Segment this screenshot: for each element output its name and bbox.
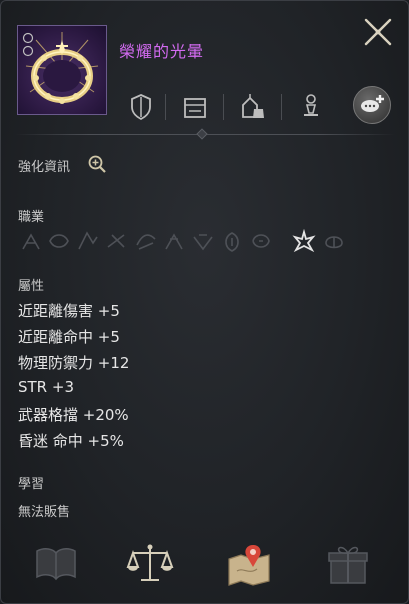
attributes-label: 屬性 (18, 279, 45, 294)
class-8-icon (225, 232, 239, 252)
attribute-line: STR +3 (18, 378, 74, 396)
storage-chest-icon[interactable] (181, 91, 209, 123)
chat-add-icon (361, 95, 384, 112)
job-label: 職業 (18, 210, 45, 225)
shield-icon[interactable] (129, 91, 153, 123)
close-icon[interactable] (361, 15, 395, 49)
magnifier-plus-icon[interactable] (87, 154, 107, 174)
sell-status: 無法販售 (18, 505, 71, 520)
learn-label: 學習 (18, 477, 45, 492)
header-separator (223, 94, 224, 120)
house-bag-icon[interactable] (239, 91, 267, 123)
header-separator (165, 94, 166, 120)
book-icon[interactable] (33, 541, 79, 585)
attribute-line: 昏迷 命中 +5% (18, 432, 124, 450)
class-1-icon (22, 233, 40, 250)
attribute-line: 武器格擋 +20% (18, 406, 129, 424)
class-11-icon (325, 236, 343, 249)
map-pin-icon[interactable] (225, 541, 275, 587)
header-separator (281, 94, 282, 120)
class-icon-row (22, 229, 343, 253)
item-tooltip-panel: 榮耀的光暈 強化資訊 職業 屬性 近距離傷害 +5 近距離命中 +5 物理防禦力… (0, 0, 409, 604)
divider-ornament (196, 128, 208, 140)
attribute-line: 近距離命中 +5 (18, 328, 120, 346)
class-4-icon (107, 234, 125, 248)
class-5-icon (136, 234, 156, 250)
gem-slot-icons (22, 32, 34, 57)
class-10-active-icon (292, 229, 316, 253)
class-7-icon (193, 234, 213, 251)
gift-box-icon[interactable] (325, 541, 371, 587)
class-3-icon (78, 231, 98, 250)
item-name: 榮耀的光暈 (119, 42, 205, 61)
chat-add-button[interactable] (353, 86, 391, 124)
attribute-line: 近距離傷害 +5 (18, 302, 120, 320)
class-2-icon (49, 234, 69, 248)
attribute-line: 物理防禦力 +12 (18, 354, 130, 372)
class-9-icon (252, 234, 270, 248)
enhance-info-label: 強化資訊 (18, 160, 71, 175)
pedestal-icon[interactable] (299, 91, 323, 123)
scales-icon[interactable] (125, 541, 175, 587)
class-6-icon (165, 233, 183, 250)
